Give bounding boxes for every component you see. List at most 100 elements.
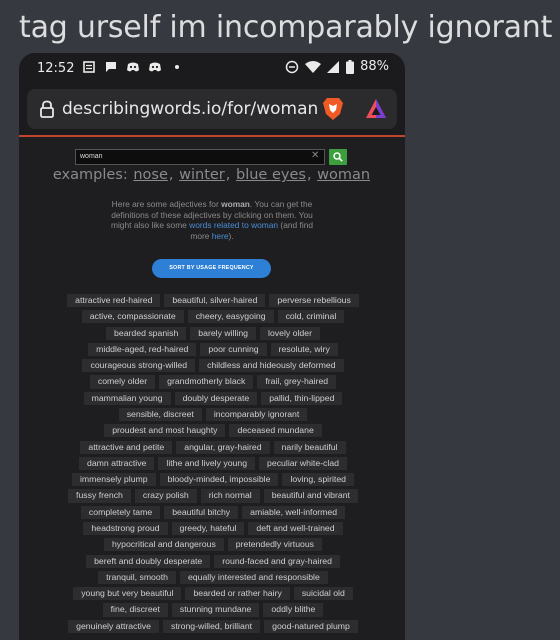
adjective-button[interactable]: grandmotherly black [159, 375, 254, 389]
example-link[interactable]: winter [179, 167, 225, 183]
adjective-button[interactable]: lithe and lively young [158, 456, 256, 470]
adjective-button[interactable]: suicidal old [293, 587, 353, 601]
adjective-button[interactable]: attractive red-haired [67, 294, 161, 308]
brave-shields-icon[interactable] [322, 97, 344, 121]
caption-text: tag urself im incomparably ignorant [19, 10, 553, 45]
adjective-button[interactable]: resolute, wiry [270, 342, 338, 357]
signal-icon [327, 60, 340, 73]
examples-label: examples: [52, 167, 128, 183]
adjective-button[interactable]: barely willing [190, 326, 257, 340]
adjective-button[interactable]: fussy french [68, 489, 131, 503]
adjective-row: young but very beautiful bearded or rathe… [55, 587, 371, 601]
adjective-button[interactable]: young but very beautiful [73, 587, 182, 601]
adjective-row: bereft and doubly desperate round-faced a… [55, 554, 371, 568]
adjective-button[interactable]: frail, grey-haired [257, 375, 337, 389]
example-link[interactable]: blue eyes [236, 167, 306, 183]
adjective-button[interactable]: completely tame [80, 505, 161, 519]
adjective-button[interactable]: beautiful bitchy [164, 505, 239, 519]
adjective-button[interactable]: loving, spirited [282, 473, 354, 487]
adjective-button[interactable]: perverse rebellious [269, 294, 359, 308]
adjective-button[interactable]: damn attractive [78, 456, 155, 470]
related-words-link[interactable]: words related to woman [189, 220, 278, 230]
adjective-row: middle-aged, red-haired poor cunning resol… [55, 342, 371, 357]
brave-rewards-icon[interactable] [365, 98, 387, 120]
adjective-button[interactable]: childless and hideously deformed [199, 359, 344, 373]
adjective-button[interactable]: good-natured plump [264, 619, 358, 633]
chat-icon [106, 62, 116, 72]
adjective-button[interactable]: active, compassionate [81, 310, 184, 324]
example-link[interactable]: woman [317, 167, 370, 183]
adjective-button[interactable]: middle-aged, red-haired [88, 342, 197, 357]
adjective-button[interactable]: genuinely attractive [68, 619, 159, 633]
adjective-button[interactable]: attractive and petite [80, 440, 173, 454]
adjective-row: fussy french crazy polish rich normal beaut… [55, 489, 371, 503]
adjective-button[interactable]: deceased mundane [229, 424, 322, 438]
adjective-row: immensely plump bloody-minded, impossible… [55, 473, 371, 487]
search-icon [333, 152, 343, 162]
web-page: woman ✕ examples: nose, winter, blue eye… [19, 137, 405, 640]
adjective-button[interactable]: immensely plump [72, 473, 156, 487]
find-more-link[interactable]: here [212, 231, 229, 241]
intro-text: Here are some adjectives for woman. You … [101, 199, 323, 241]
search-input[interactable]: woman [75, 149, 325, 165]
sort-by-frequency-button[interactable]: SORT BY USAGE FREQUENCY [152, 259, 271, 278]
adjective-button[interactable]: sensible, discreet [118, 407, 202, 422]
adjective-button[interactable]: bloody-minded, impossible [159, 473, 279, 487]
adjective-button[interactable]: peculiar white-clad [259, 456, 347, 470]
adjective-button[interactable]: cheery, easygoing [187, 310, 274, 324]
adjective-button[interactable]: strong-willed, brilliant [162, 619, 261, 633]
adjective-button[interactable]: deft and well-trained [248, 521, 343, 536]
adjective-button[interactable]: doubly desperate [174, 391, 258, 405]
adjective-button[interactable]: greedy, hateful [171, 521, 245, 536]
adjective-button[interactable]: pallid, thin-lipped [261, 391, 343, 405]
adjective-button[interactable]: round-faced and gray-haired [214, 554, 340, 568]
adjective-row: bearded spanish barely willing lovely olde… [55, 326, 371, 340]
clear-icon[interactable]: ✕ [311, 150, 319, 161]
adjective-button[interactable]: beautiful, silver-haired [164, 294, 266, 308]
battery-icon [346, 59, 355, 74]
adjective-button[interactable]: pretendedly virtuous [227, 538, 323, 552]
status-time: 12:52 [37, 61, 75, 76]
intro-text-part: Here are some adjectives for [111, 199, 222, 209]
adjective-button[interactable]: fine, discreet [102, 603, 168, 617]
adjective-button[interactable]: proudest and most haughty [104, 424, 226, 438]
adjective-button[interactable]: angular, gray-haired [176, 440, 270, 454]
examples-line: examples: nose, winter, blue eyes, woman [52, 167, 371, 183]
address-bar[interactable]: describingwords.io/for/woman [27, 89, 397, 129]
lock-icon [40, 100, 54, 118]
do-not-disturb-icon [285, 60, 299, 73]
adjective-list: attractive red-haired beautiful, silver-h… [55, 294, 371, 636]
adjective-button[interactable]: amiable, well-informed [242, 505, 346, 519]
example-link[interactable]: nose [133, 167, 168, 183]
adjective-button[interactable]: beautiful and vibrant [263, 489, 358, 503]
adjective-row: headstrong proud greedy, hateful deft and … [55, 521, 371, 536]
wifi-icon [305, 60, 322, 73]
adjective-button[interactable]: equally interested and responsible [179, 570, 328, 584]
adjective-button[interactable]: comely older [89, 375, 156, 389]
adjective-button[interactable]: courageous strong-willed [82, 359, 196, 373]
adjective-button[interactable]: incomparably ignorant [205, 407, 308, 422]
adjective-button[interactable]: cold, criminal [277, 310, 345, 324]
adjective-button[interactable]: headstrong proud [83, 521, 168, 536]
adjective-button[interactable]: bereft and doubly desperate [86, 554, 211, 568]
adjective-button[interactable]: poor cunning [200, 342, 267, 357]
search-button[interactable] [329, 149, 347, 165]
adjective-button[interactable]: tranquil, smooth [98, 570, 176, 584]
url-text[interactable]: describingwords.io/for/woman [62, 99, 318, 119]
intro-bold-word: woman [221, 199, 250, 209]
adjective-button[interactable]: lovely older [260, 326, 320, 340]
adjective-row: damn attractive lithe and lively young pec… [55, 456, 371, 470]
adjective-row: courageous strong-willed childless and hi… [55, 359, 371, 373]
adjective-button[interactable]: oddly blithe [263, 603, 324, 617]
adjective-button[interactable]: rich normal [200, 489, 260, 503]
adjective-button[interactable]: crazy polish [134, 489, 197, 503]
adjective-row: sensible, discreet incomparably ignorant [55, 407, 371, 422]
adjective-button[interactable]: mammalian young [83, 391, 171, 405]
adjective-button[interactable]: narily beautiful [273, 440, 346, 454]
adjective-button[interactable]: bearded or rather hairy [185, 587, 290, 601]
phone-screenshot: 12:52 88% describingwords.io/for/woman w… [19, 53, 405, 640]
adjective-button[interactable]: hypocritical and dangerous [103, 538, 224, 552]
adjective-button[interactable]: bearded spanish [106, 326, 187, 340]
adjective-button[interactable]: stunning mundane [171, 603, 260, 617]
adjective-row: completely tame beautiful bitchy amiable, … [55, 505, 371, 519]
